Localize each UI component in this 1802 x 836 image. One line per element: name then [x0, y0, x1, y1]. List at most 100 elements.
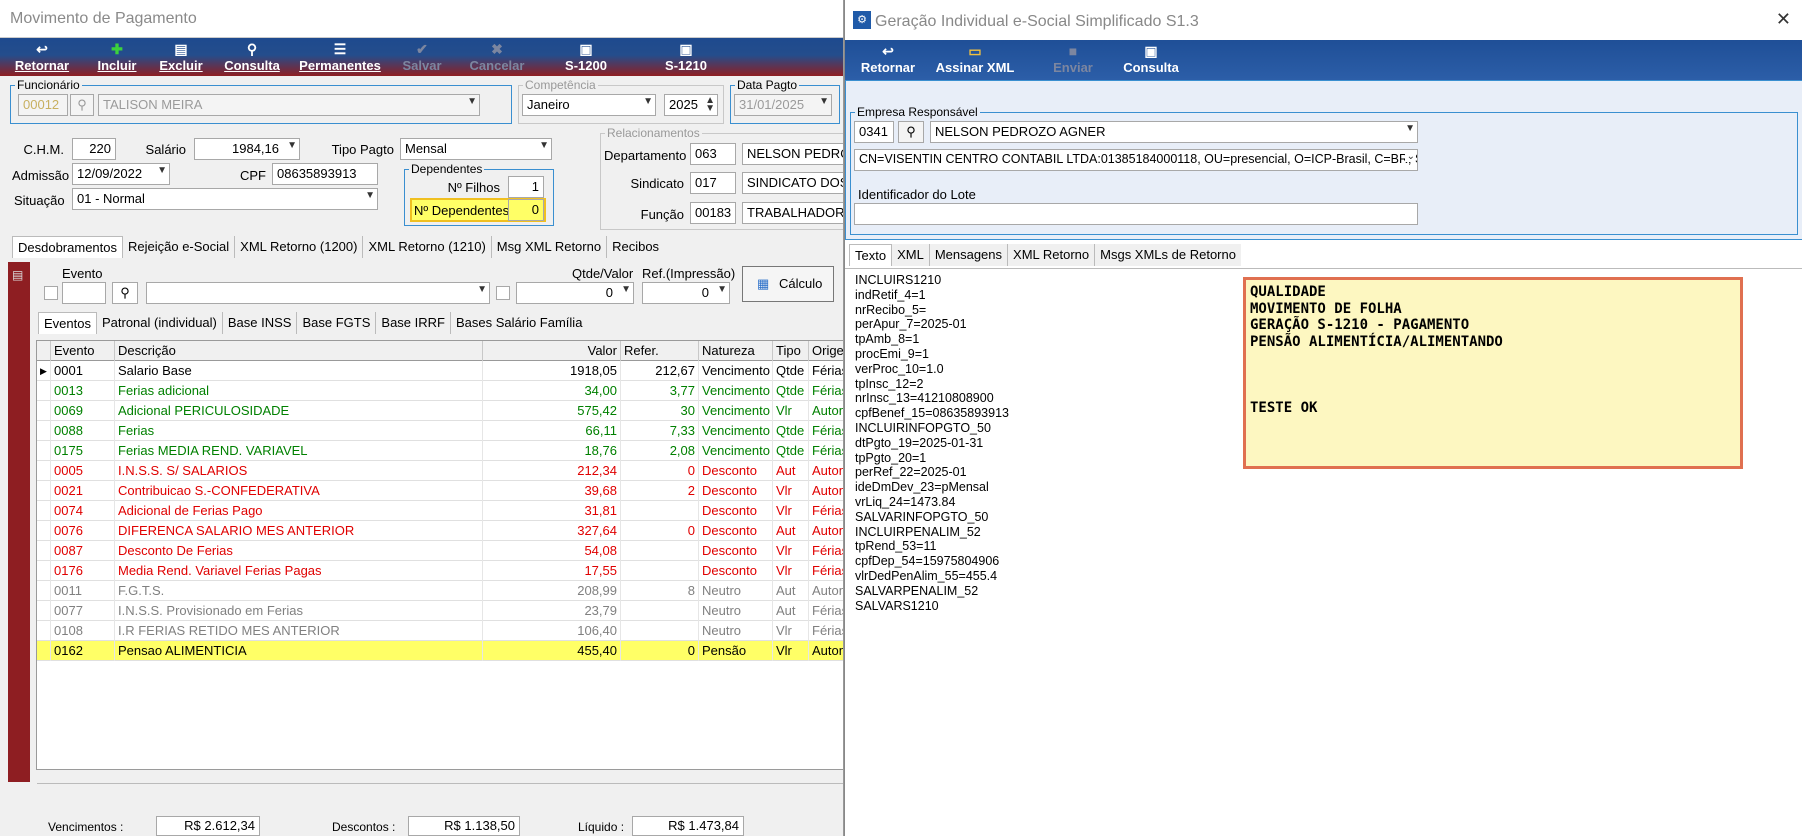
tab-bases-salario-familia[interactable]: Bases Salário Família	[450, 312, 588, 334]
list-icon: ☰	[333, 41, 347, 57]
cell-evento: 0021	[51, 481, 115, 501]
table-row[interactable]: 0005 I.N.S.S. S/ SALARIOS 212,34 0 Desconto A…	[37, 461, 843, 481]
chm-field[interactable]: 220	[72, 138, 116, 160]
tab-texto[interactable]: Texto	[849, 244, 893, 266]
tab-base-irrf[interactable]: Base IRRF	[376, 312, 451, 334]
sindicato-code-field[interactable]: 017	[690, 172, 736, 194]
row-indicator	[37, 461, 51, 481]
col-tipo[interactable]: Tipo	[773, 341, 809, 361]
close-icon[interactable]: ✕	[1776, 9, 1791, 30]
consulta-button[interactable]: ⚲ Consulta	[218, 38, 286, 76]
cell-refer: 0	[621, 521, 699, 541]
tab-xml[interactable]: XML	[892, 244, 930, 266]
situacao-select[interactable]: 01 - Normal ▼	[72, 188, 378, 210]
cell-descricao: Desconto De Ferias	[115, 541, 483, 561]
col-refer[interactable]: Refer.	[621, 341, 699, 361]
tipo-pagto-select[interactable]: Mensal ▼	[400, 138, 552, 160]
table-row[interactable]: 0176 Media Rend. Variavel Ferias Pagas 17,…	[37, 561, 843, 581]
evento-checkbox[interactable]	[44, 286, 58, 300]
tab-eventos[interactable]: Eventos	[38, 312, 97, 334]
calculo-button[interactable]: ▦ Cálculo	[742, 266, 834, 302]
ref-field[interactable]: 0 ▼	[642, 282, 730, 304]
col-evento[interactable]: Evento	[51, 341, 115, 361]
tab-xml-retorno-1200[interactable]: XML Retorno (1200)	[235, 236, 364, 258]
dependentes-field[interactable]: 0	[508, 199, 544, 221]
tab-base-inss[interactable]: Base INSS	[222, 312, 298, 334]
tab-xml-retorno-1210[interactable]: XML Retorno (1210)	[363, 236, 492, 258]
funcionario-search-button[interactable]: ⚲	[70, 94, 94, 116]
table-row[interactable]: 0021 Contribuicao S.-CONFEDERATIVA 39,68 2 D…	[37, 481, 843, 501]
esocial-text-content[interactable]: INCLUIRS1210 indRetif_4=1 nrRecibo_5= pe…	[855, 273, 1009, 613]
admissao-field[interactable]: 12/09/2022 ▼	[72, 163, 170, 185]
tab-msg-xml-retorno[interactable]: Msg XML Retorno	[491, 236, 608, 258]
salvar-button[interactable]: ✔ Salvar	[394, 38, 450, 76]
tab-rejeicao-esocial[interactable]: Rejeição e-Social	[123, 236, 236, 258]
evento-search-button[interactable]: ⚲	[112, 282, 138, 304]
s1200-button[interactable]: ▣ S-1200	[556, 38, 616, 76]
competencia-month-select[interactable]: Janeiro ▼	[522, 94, 656, 116]
tab-base-fgts[interactable]: Base FGTS	[297, 312, 377, 334]
chevron-down-icon: ▼	[467, 96, 477, 107]
departamento-name-field[interactable]: NELSON PEDRO	[742, 143, 843, 165]
s1210-button[interactable]: ▣ S-1210	[656, 38, 716, 76]
competencia-year-spinner[interactable]: 2025 ▲ ▼	[664, 94, 718, 116]
table-row[interactable]: 0175 Ferias MEDIA REND. VARIAVEL 18,76 2,08…	[37, 441, 843, 461]
table-row[interactable]: 0074 Adicional de Ferias Pago 31,81 Descont…	[37, 501, 843, 521]
filhos-field[interactable]: 1	[508, 176, 544, 198]
table-row[interactable]: 0077 I.N.S.S. Provisionado em Ferias 23,79…	[37, 601, 843, 621]
cancelar-button[interactable]: ✖ Cancelar	[462, 38, 532, 76]
empresa-search-button[interactable]: ⚲	[898, 121, 924, 143]
permanentes-button[interactable]: ☰ Permanentes	[292, 38, 388, 76]
incluir-button[interactable]: ✚ Incluir	[86, 38, 148, 76]
texto-area[interactable]: INCLUIRS1210 indRetif_4=1 nrRecibo_5= pe…	[845, 268, 1802, 836]
salario-select[interactable]: 1984,16 ▼	[194, 138, 300, 160]
assinar-xml-button[interactable]: ▭ Assinar XML	[927, 40, 1023, 78]
tab-mensagens[interactable]: Mensagens	[929, 244, 1009, 266]
evento-select[interactable]: ▼	[146, 282, 490, 304]
qtde-checkbox[interactable]	[496, 286, 510, 300]
table-row[interactable]: 0011F.G.T.S.208,998NeutroAutAutomático	[37, 581, 843, 601]
retornar-button[interactable]: ↩ Retornar	[853, 40, 923, 78]
col-origem[interactable]: Origem	[809, 341, 843, 361]
tab-msgs-xmls-retorno[interactable]: Msgs XMLs de Retorno	[1095, 244, 1241, 266]
cell-descricao: Media Rend. Variavel Ferias Pagas	[115, 561, 483, 581]
cell-evento: 0077	[51, 601, 115, 621]
table-row[interactable]: 0013 Ferias adicional 34,00 3,77 Vencimento Q…	[37, 381, 843, 401]
col-descricao[interactable]: Descrição	[115, 341, 483, 361]
excluir-button[interactable]: ▤ Excluir	[150, 38, 212, 76]
empresa-select[interactable]: NELSON PEDROZO AGNER ▼	[930, 121, 1418, 143]
tab-patronal[interactable]: Patronal (individual)	[96, 312, 223, 334]
right-toolbar: ↩ Retornar ▭ Assinar XML ■ Enviar ▣ Cons…	[845, 40, 1802, 80]
data-pagto-field[interactable]: 31/01/2025 ▼	[734, 94, 832, 116]
table-row[interactable]: ▶ 0001 Salario Base 1918,05 212,67 Vencimento…	[37, 361, 843, 381]
lote-field[interactable]	[854, 203, 1418, 225]
qtde-field[interactable]: 0 ▼	[516, 282, 634, 304]
left-main-tabs: Desdobramentos Rejeição e-Social XML Ret…	[12, 236, 665, 258]
certificado-select[interactable]: CN=VISENTIN CENTRO CONTABIL LTDA:0138518…	[854, 149, 1418, 171]
cell-descricao: I.R FERIAS RETIDO MES ANTERIOR	[115, 621, 483, 641]
enviar-button[interactable]: ■ Enviar	[1039, 40, 1107, 78]
cpf-field[interactable]: 08635893913	[272, 163, 378, 185]
consulta-button[interactable]: ▣ Consulta	[1107, 40, 1195, 78]
funcionario-code-field[interactable]: 00012	[18, 94, 68, 116]
evento-code-field[interactable]	[62, 282, 106, 304]
tab-xml-retorno[interactable]: XML Retorno	[1008, 244, 1096, 266]
tab-recibos[interactable]: Recibos	[607, 236, 665, 258]
table-row[interactable]: 0108 I.R FERIAS RETIDO MES ANTERIOR 106,40…	[37, 621, 843, 641]
table-row[interactable]: 0076 DIFERENCA SALARIO MES ANTERIOR 327,64…	[37, 521, 843, 541]
sindicato-name-field[interactable]: SINDICATO DOS	[742, 172, 843, 194]
tab-desdobramentos[interactable]: Desdobramentos	[12, 236, 123, 258]
retornar-button[interactable]: ↩ Retornar	[8, 38, 76, 76]
funcao-code-field[interactable]: 00183	[690, 202, 736, 224]
col-natureza[interactable]: Natureza	[699, 341, 773, 361]
empresa-code-field[interactable]: 0341	[854, 121, 894, 143]
col-valor[interactable]: Valor	[483, 341, 621, 361]
table-row[interactable]: 0087 Desconto De Ferias 54,08 Desconto Vlr Fé…	[37, 541, 843, 561]
table-row[interactable]: 0162 Pensao ALIMENTICIA 455,40 0 Pensão Vlr Au…	[37, 641, 843, 661]
table-row[interactable]: 0069 Adicional PERICULOSIDADE 575,42 30 Venc…	[37, 401, 843, 421]
descontos-total: R$ 1.138,50	[408, 816, 520, 836]
funcao-name-field[interactable]: TRABALHADOR	[742, 202, 843, 224]
departamento-code-field[interactable]: 063	[690, 143, 736, 165]
table-row[interactable]: 0088Ferias66,117,33VencimentoQtdeFérias	[37, 421, 843, 441]
funcionario-name-select[interactable]: TALISON MEIRA ▼	[98, 94, 480, 116]
